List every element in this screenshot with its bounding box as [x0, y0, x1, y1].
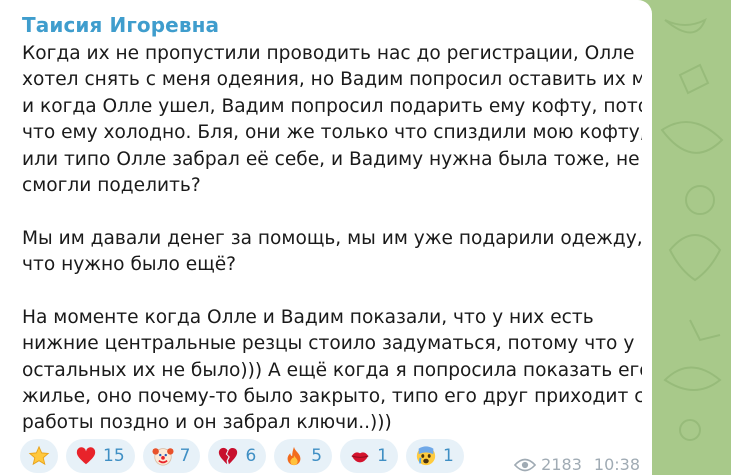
- message-line: смогли поделить?: [22, 174, 201, 196]
- message-line: работы поздно и он забрал ключи..))): [22, 412, 392, 434]
- message-line: что ему холодно. Бля, они же только что …: [22, 122, 642, 144]
- kiss-lips-icon: [349, 445, 371, 467]
- reactions-bar: 15 7 6 5 1 1: [20, 439, 464, 473]
- reaction-count: 1: [377, 446, 388, 466]
- reaction-count: 5: [311, 446, 323, 466]
- message-line: или типо Олле забрал её себе, и Вадиму н…: [22, 148, 640, 170]
- eye-icon: [514, 457, 537, 473]
- message-line: На моменте когда Олле и Вадим показали, …: [22, 306, 594, 328]
- reaction-star[interactable]: [20, 439, 58, 473]
- message-line: остальных их не было))) А ещё когда я по…: [22, 359, 642, 381]
- message-bubble: Таисия Игоревна Когда их не пропустили п…: [0, 0, 652, 475]
- message-line: жилье, оно почему-то было закрыто, типо …: [22, 386, 642, 408]
- star-icon: [28, 445, 50, 467]
- broken-heart-icon: [217, 445, 239, 467]
- message-line: что нужно было ещё?: [22, 254, 237, 276]
- heart-icon: [75, 445, 97, 467]
- view-count: 2183: [541, 455, 582, 474]
- reaction-count: 6: [245, 446, 257, 466]
- message-time: 10:38: [593, 455, 640, 474]
- sender-name[interactable]: Таисия Игоревна: [22, 13, 219, 37]
- message-line: [22, 199, 642, 225]
- reaction-fire[interactable]: 5: [274, 439, 333, 473]
- reaction-kiss[interactable]: 1: [340, 439, 398, 473]
- message-line: нижние центральные резцы стоило задумать…: [22, 333, 635, 355]
- reaction-broken-heart[interactable]: 6: [208, 439, 267, 473]
- message-line: [22, 279, 642, 305]
- message-meta: 2183 10:38: [514, 455, 640, 474]
- message-line: Когда их не пропустили проводить нас до …: [22, 43, 635, 64]
- crying-face-icon: [415, 445, 437, 467]
- reaction-heart[interactable]: 15: [66, 439, 135, 473]
- reaction-crying[interactable]: 1: [405, 439, 464, 473]
- fire-icon: [283, 445, 305, 467]
- reaction-count: 15: [103, 446, 125, 466]
- reaction-count: 7: [179, 446, 191, 466]
- reaction-clown[interactable]: 7: [142, 439, 201, 473]
- message-text: Когда их не пропустили проводить нас до …: [22, 41, 642, 437]
- reaction-count: 1: [442, 446, 454, 466]
- message-line: и когда Олле ушел, Вадим попросил подари…: [22, 95, 642, 117]
- message-line: Мы им давали денег за помощь, мы им уже …: [22, 227, 642, 249]
- message-line: хотел снять с меня одеяния, но Вадим поп…: [22, 69, 642, 91]
- clown-icon: [152, 445, 174, 467]
